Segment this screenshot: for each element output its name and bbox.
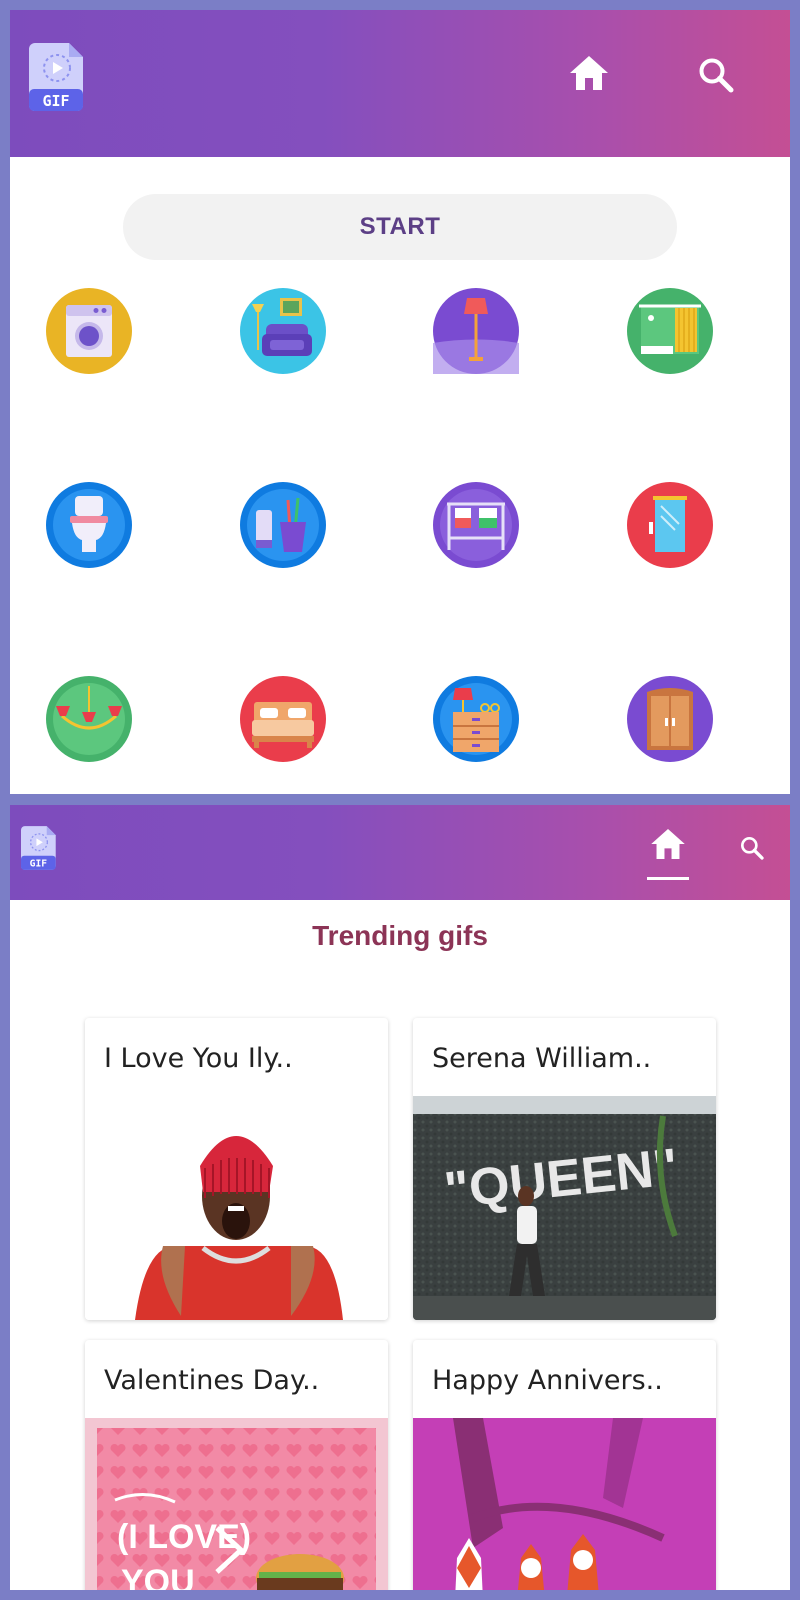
category-bathroom-shower[interactable]: [627, 288, 713, 374]
gif-card-title: Valentines Day..: [104, 1365, 320, 1396]
app-bar: GIF: [10, 10, 790, 157]
svg-text:(I LOVE): (I LOVE): [117, 1518, 251, 1556]
trending-screen-panel: GIF Trending gifs I Love You Ily.. Seren…: [10, 805, 790, 1590]
gif-card-title: I Love You Ily..: [104, 1043, 293, 1074]
search-icon: [741, 837, 764, 860]
category-mirror[interactable]: [627, 482, 713, 568]
tab-home[interactable]: [651, 829, 685, 864]
category-nightstand[interactable]: [433, 676, 519, 762]
gif-image: [413, 1418, 716, 1590]
toothbrush-cup-icon: [240, 482, 326, 568]
category-clothes[interactable]: [433, 482, 519, 568]
search-icon: [699, 58, 734, 93]
category-washing-machine[interactable]: [46, 288, 132, 374]
search-button[interactable]: [698, 57, 734, 98]
category-toiletries[interactable]: [240, 482, 326, 568]
category-bedroom[interactable]: [240, 676, 326, 762]
app-bar: GIF: [10, 805, 790, 900]
nightstand-icon: [433, 676, 519, 762]
start-button[interactable]: START: [123, 194, 677, 260]
chandelier-icon: [46, 676, 132, 762]
gif-card[interactable]: Valentines Day.. (I LOVE) YOU: [85, 1340, 388, 1590]
category-chandelier[interactable]: [46, 676, 132, 762]
category-toilet[interactable]: [46, 482, 132, 568]
gif-card-title: Happy Annivers..: [432, 1365, 663, 1396]
gif-image: [85, 1096, 388, 1320]
tab-search[interactable]: [740, 836, 764, 865]
svg-text:YOU: YOU: [121, 1563, 195, 1590]
gif-card[interactable]: Serena William.. "QUEEN": [413, 1018, 716, 1320]
gif-card-title: Serena William..: [432, 1043, 652, 1074]
gif-card[interactable]: I Love You Ily..: [85, 1018, 388, 1320]
mirror-cabinet-icon: [627, 482, 713, 568]
app-logo: GIF: [21, 826, 57, 870]
category-lighting[interactable]: [433, 288, 519, 374]
gif-image: "QUEEN": [413, 1096, 716, 1320]
active-tab-indicator: [647, 877, 689, 880]
bed-icon: [240, 676, 326, 762]
category-living-room[interactable]: [240, 288, 326, 374]
gif-file-icon: GIF: [21, 826, 56, 870]
home-button[interactable]: [570, 56, 608, 95]
clothes-rack-icon: [433, 482, 519, 568]
section-title: Trending gifs: [312, 920, 488, 951]
armchair-lamp-icon: [240, 288, 326, 374]
washing-machine-icon: [46, 288, 132, 374]
floor-lamp-icon: [433, 288, 519, 374]
wardrobe-icon: [627, 676, 713, 762]
home-icon: [570, 56, 608, 90]
gif-file-icon: GIF: [29, 43, 83, 111]
logo-text: GIF: [42, 92, 69, 110]
gif-image: (I LOVE) YOU: [85, 1418, 388, 1590]
home-screen-panel: GIF START: [10, 10, 790, 794]
logo-text: GIF: [30, 859, 48, 870]
category-wardrobe[interactable]: [627, 676, 713, 762]
app-logo: GIF: [29, 43, 85, 111]
shower-curtain-icon: [627, 288, 713, 374]
gif-card[interactable]: Happy Annivers..: [413, 1340, 716, 1590]
home-icon: [651, 829, 685, 859]
toilet-icon: [46, 482, 132, 568]
